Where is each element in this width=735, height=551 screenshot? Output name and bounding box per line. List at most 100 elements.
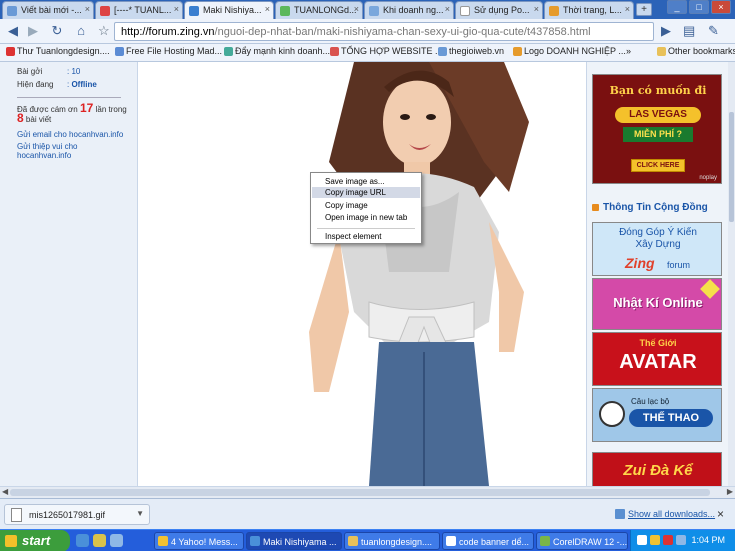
- page-icon: [513, 47, 522, 56]
- horizontal-scrollbar[interactable]: ◀ ▶: [0, 486, 735, 498]
- close-icon[interactable]: ×: [445, 4, 450, 14]
- tab-thoi-trang[interactable]: Thời trang, L... ×: [544, 1, 634, 19]
- clock: 1:04 PM: [691, 535, 725, 545]
- task-yahoo-messenger[interactable]: 4 Yahoo! Mess...: [154, 532, 244, 550]
- tray-icon[interactable]: [676, 535, 686, 545]
- url-domain: http://forum.zing.vn: [121, 26, 215, 38]
- bookmark-gmail[interactable]: Thư Tuanlongdesign....: [6, 46, 110, 56]
- nhat-ki-online-ad[interactable]: Nhật Kí Online: [592, 278, 722, 330]
- menu-copy-image[interactable]: Copy image: [312, 200, 420, 211]
- show-all-downloads-link[interactable]: Show all downloads...: [615, 509, 715, 519]
- maximize-icon[interactable]: □: [689, 0, 709, 14]
- task-code-banner[interactable]: code banner dể...: [442, 532, 534, 550]
- chevron-down-icon[interactable]: ▼: [136, 509, 144, 518]
- tab-su-dung[interactable]: Sử dụng Po... ×: [455, 1, 543, 19]
- tab-strip: Viết bài mới -... × [----* TUANL... × Ma…: [0, 0, 735, 20]
- close-icon[interactable]: ×: [534, 4, 539, 14]
- the-thao-ad[interactable]: Câu lạc bộ THẾ THAO: [592, 388, 722, 442]
- folder-icon: [348, 536, 358, 546]
- chrome-quicklaunch-icon[interactable]: [76, 534, 89, 547]
- browser-toolbar: ◀ ▶ ↻ ⌂ ☆ http://forum.zing.vn/nguoi-dep…: [0, 19, 735, 44]
- download-file-name: mis1265017981.gif: [29, 510, 106, 520]
- go-icon[interactable]: ▶: [661, 23, 671, 39]
- page-icon: [549, 6, 559, 16]
- task-maki-nishiyama[interactable]: Maki Nishiyama ...: [246, 532, 342, 550]
- tray-icon[interactable]: [663, 535, 673, 545]
- task-coreldraw[interactable]: CorelDRAW 12 -...: [536, 532, 628, 550]
- tab-khi-doanh-nghiep[interactable]: Khi doanh ng... ×: [364, 1, 454, 19]
- zui-text: Zui Đà Kể: [623, 462, 693, 479]
- close-icon[interactable]: ×: [625, 4, 630, 14]
- menu-inspect-element[interactable]: Inspect element: [312, 231, 420, 242]
- task-tuanlongdesign[interactable]: tuanlongdesign....: [344, 532, 440, 550]
- menu-save-image-as[interactable]: Save image as...: [312, 176, 420, 187]
- forward-icon[interactable]: ▶: [24, 23, 42, 40]
- notepad-icon: [446, 536, 456, 546]
- zing-forum-ad[interactable]: Đóng Góp Ý Kiến Xây Dựng Zing forum: [592, 222, 722, 276]
- folder-quicklaunch-icon[interactable]: [93, 534, 106, 547]
- address-bar[interactable]: http://forum.zing.vn/nguoi-dep-nhat-ban/…: [114, 22, 654, 41]
- minimize-icon[interactable]: _: [667, 0, 687, 14]
- tab-title: Viết bài mới -...: [21, 5, 82, 15]
- menu-copy-image-url[interactable]: Copy image URL: [312, 187, 420, 198]
- email-user-link[interactable]: Gửi email cho hocanhvan.info: [17, 130, 129, 139]
- file-icon: [11, 508, 22, 522]
- google-icon: [100, 6, 110, 16]
- star-icon[interactable]: ☆: [98, 23, 110, 39]
- tab-tuanlongd[interactable]: TUANLONGd... ×: [275, 1, 363, 19]
- close-window-icon[interactable]: ×: [711, 0, 731, 14]
- close-icon[interactable]: ×: [354, 4, 359, 14]
- posts-value: : 10: [67, 67, 81, 76]
- user-info-panel: Bài gởi : 10 Hiện đang : Offline Đã được…: [0, 62, 138, 486]
- tab-viet-bai-moi[interactable]: Viết bài mới -... ×: [2, 1, 94, 19]
- vertical-scrollbar[interactable]: [728, 62, 735, 486]
- bookmark-logo[interactable]: Logo DOANH NGHIỆP ...: [513, 46, 626, 56]
- tab-title: [----* TUANL...: [114, 5, 172, 15]
- close-icon[interactable]: ×: [174, 4, 179, 14]
- tab-maki-nishiyama[interactable]: Maki Nishiya... ×: [184, 1, 274, 20]
- page-content: Bài gởi : 10 Hiện đang : Offline Đã được…: [0, 62, 728, 486]
- bookmark-tong-hop[interactable]: TỔNG HỢP WEBSITE ....: [330, 46, 445, 56]
- yahoo-icon: [158, 536, 168, 546]
- ie-quicklaunch-icon[interactable]: [110, 534, 123, 547]
- gmail-icon: [6, 47, 15, 56]
- bookmark-thegioiweb[interactable]: thegioiweb.vn: [438, 46, 504, 56]
- context-menu: Save image as... Copy image URL Copy ima…: [310, 172, 422, 244]
- close-icon[interactable]: ×: [265, 4, 270, 14]
- avatar-ad[interactable]: Thế Giới AVATAR: [592, 332, 722, 386]
- las-vegas-ad[interactable]: Bạn có muốn đi LAS VEGAS MIỄN PHÍ ? CLIC…: [592, 74, 722, 184]
- tab-title: Thời trang, L...: [563, 5, 622, 15]
- scroll-thumb[interactable]: [10, 489, 710, 496]
- back-icon[interactable]: ◀: [4, 23, 22, 40]
- woman-photo[interactable]: [259, 62, 559, 486]
- tray-icon[interactable]: [637, 535, 647, 545]
- zui-ad[interactable]: Zui Đà Kể: [592, 452, 722, 486]
- bookmark-day-manh[interactable]: Đẩy mạnh kinh doanh...: [224, 46, 330, 56]
- bookmark-file-hosting[interactable]: Free File Hosting Mad...: [115, 46, 222, 56]
- other-bookmarks[interactable]: Other bookmarks: [657, 46, 735, 56]
- page-menu-icon[interactable]: ▤: [683, 23, 695, 39]
- wrench-icon[interactable]: ✎: [708, 23, 719, 39]
- close-icon[interactable]: ×: [85, 4, 90, 14]
- thanks-info: Đã được cám ơn 17 lần trong 8 bài viết: [17, 101, 127, 125]
- scroll-left-icon[interactable]: ◀: [2, 487, 8, 496]
- tab-tuanlong[interactable]: [----* TUANL... ×: [95, 1, 183, 19]
- new-tab-button[interactable]: +: [636, 3, 652, 16]
- bookmarks-overflow[interactable]: »: [626, 46, 631, 56]
- scroll-thumb[interactable]: [729, 112, 734, 222]
- zing-line2: Xây Dựng: [635, 239, 681, 250]
- menu-open-image-new-tab[interactable]: Open image in new tab: [312, 212, 420, 223]
- tab-title: Khi doanh ng...: [383, 5, 444, 15]
- tray-icon[interactable]: [650, 535, 660, 545]
- vegas-line2: LAS VEGAS: [615, 107, 701, 123]
- start-button[interactable]: start: [0, 530, 70, 551]
- home-icon[interactable]: ⌂: [72, 23, 90, 40]
- scroll-right-icon[interactable]: ▶: [727, 487, 733, 496]
- send-card-link[interactable]: Gửi thiệp vui cho hocanhvan.info: [17, 142, 129, 160]
- reload-icon[interactable]: ↻: [48, 23, 66, 40]
- divider: [17, 97, 121, 98]
- page-icon: [460, 6, 470, 16]
- close-downloads-icon[interactable]: ×: [717, 507, 724, 521]
- download-item[interactable]: mis1265017981.gif ▼: [4, 504, 150, 525]
- avatar-line2: AVATAR: [619, 351, 697, 373]
